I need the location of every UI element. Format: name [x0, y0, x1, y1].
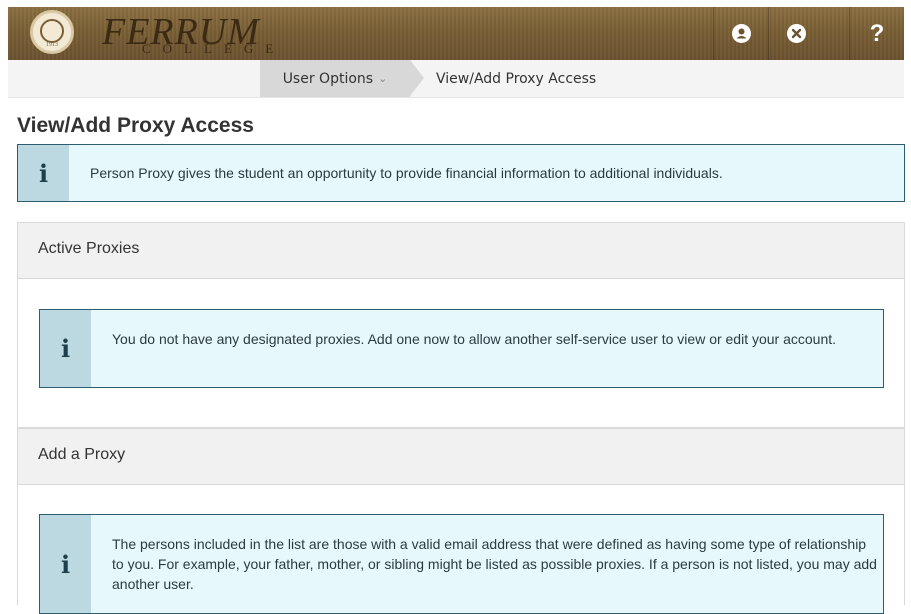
add-proxy-heading: Add a Proxy	[38, 446, 126, 463]
seal-year: 1913	[46, 42, 58, 48]
chevron-down-icon: ⌄	[378, 72, 388, 85]
help-icon: ?	[869, 19, 885, 47]
info-icon: i	[60, 549, 71, 579]
active-proxies-header: Active Proxies	[17, 222, 905, 279]
sign-out-button[interactable]	[768, 7, 823, 60]
user-icon	[731, 24, 751, 43]
close-circle-icon	[786, 24, 806, 43]
no-proxies-text: You do not have any designated proxies. …	[112, 331, 837, 347]
info-icon: i	[38, 158, 49, 188]
page-title: View/Add Proxy Access	[17, 114, 254, 137]
intro-text: Person Proxy gives the student an opport…	[90, 165, 723, 181]
app-header: 1913 FERRUM COLLEGE ?	[8, 7, 904, 60]
active-proxies-heading: Active Proxies	[38, 240, 140, 257]
intro-info-alert: i Person Proxy gives the student an oppo…	[17, 144, 905, 202]
breadcrumb-user-options[interactable]: User Options ⌄	[260, 60, 410, 97]
user-profile-button[interactable]	[713, 7, 768, 60]
no-proxies-info-alert: i You do not have any designated proxies…	[39, 309, 884, 388]
add-proxy-header: Add a Proxy	[17, 428, 905, 485]
add-proxy-text: The persons included in the list are tho…	[112, 536, 877, 592]
add-proxy-info-alert: i The persons included in the list are t…	[39, 514, 884, 614]
college-seal-logo: 1913	[30, 10, 74, 54]
info-icon: i	[60, 334, 71, 363]
breadcrumb: User Options ⌄ View/Add Proxy Access	[8, 60, 904, 98]
breadcrumb-parent-label: User Options	[282, 70, 374, 87]
breadcrumb-current: View/Add Proxy Access	[436, 70, 597, 87]
brand-subtitle: COLLEGE	[142, 41, 286, 56]
help-button[interactable]: ?	[849, 7, 904, 60]
